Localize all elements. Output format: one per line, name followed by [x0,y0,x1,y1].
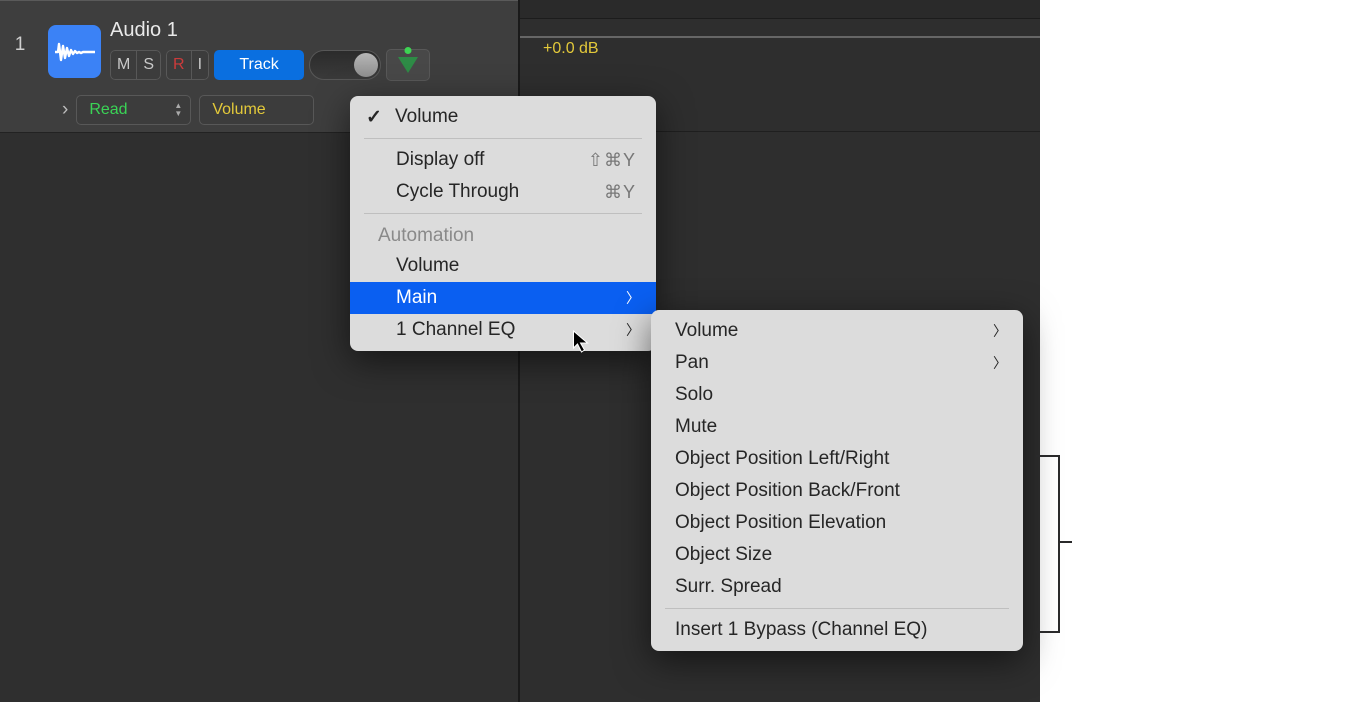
automation-line[interactable] [519,36,1040,39]
menu-item-label: Volume [675,320,738,342]
menu-item-label: Mute [675,416,717,438]
mute-button[interactable]: M [110,50,136,80]
menu-item-automation-main[interactable]: Main 〉 [350,282,656,314]
menu-separator [364,138,642,139]
menu-item-label: Cycle Through [396,181,519,203]
record-enable-button[interactable]: R [166,50,191,80]
submenu-item-object-elev[interactable]: Object Position Elevation [651,507,1023,539]
submenu-item-surr-spread[interactable]: Surr. Spread [651,571,1023,603]
submenu-item-object-size[interactable]: Object Size [651,539,1023,571]
callout-bracket-stem [1058,541,1072,543]
solo-button[interactable]: S [136,50,161,80]
chevron-right-icon: 〉 [626,288,640,308]
menu-item-label: Insert 1 Bypass (Channel EQ) [675,619,927,641]
track-buttons-row: M S R I Track [110,49,430,81]
on-off-toggle[interactable] [309,50,381,80]
chevron-right-icon: 〉 [993,321,1007,341]
input-monitor-button[interactable]: I [191,50,209,80]
cursor-icon [572,330,591,354]
submenu-item-mute[interactable]: Mute [651,411,1023,443]
toggle-knob [354,53,378,77]
submenu-item-volume[interactable]: Volume 〉 [651,315,1023,347]
submenu-item-pan[interactable]: Pan 〉 [651,347,1023,379]
menu-item-automation-volume[interactable]: Volume [350,250,656,282]
automation-active-indicator [405,47,412,54]
automation-toggle[interactable] [386,49,430,81]
menu-item-label: Display off [396,149,484,171]
menu-item-shortcut: ⌘Y [604,182,636,203]
menu-item-cycle-through[interactable]: Cycle Through ⌘Y [350,176,656,208]
automation-main-submenu: Volume 〉 Pan 〉 Solo Mute Object Position… [651,310,1023,651]
menu-separator [665,608,1009,609]
automation-parameter-value: Volume [212,101,265,119]
automation-mode-select[interactable]: Read ▲▼ [76,95,191,125]
waveform-icon [55,40,95,64]
disclosure-chevron-icon[interactable]: › [62,99,68,121]
menu-item-label: Main [396,287,437,309]
submenu-item-object-lr[interactable]: Object Position Left/Right [651,443,1023,475]
chevron-right-icon: 〉 [993,353,1007,373]
menu-item-label: Solo [675,384,713,406]
callout-bracket [1036,455,1060,633]
menu-item-automation-channeleq[interactable]: 1 Channel EQ 〉 [350,314,656,346]
menu-separator [364,213,642,214]
menu-item-label: Object Position Left/Right [675,448,889,470]
updown-icon: ▲▼ [174,102,182,118]
tracks-area: +0.0 dB 1 Audio 1 M S R I Track [0,0,1040,702]
submenu-item-object-bf[interactable]: Object Position Back/Front [651,475,1023,507]
automation-parameter-menu: ✓ Volume Display off ⇧⌘Y Cycle Through ⌘… [350,96,656,351]
menu-item-label: Object Position Back/Front [675,480,900,502]
menu-item-label: Surr. Spread [675,576,782,598]
submenu-item-insert-bypass[interactable]: Insert 1 Bypass (Channel EQ) [651,614,1023,646]
submenu-item-solo[interactable]: Solo [651,379,1023,411]
automation-parameter-select[interactable]: Volume [199,95,314,125]
menu-item-display-off[interactable]: Display off ⇧⌘Y [350,144,656,176]
menu-item-current[interactable]: ✓ Volume [350,101,656,133]
automation-mode-value: Read [89,101,127,119]
menu-item-label: Object Size [675,544,772,566]
timeline-ruler[interactable] [519,0,1040,19]
automation-value-label: +0.0 dB [543,40,599,58]
track-name[interactable]: Audio 1 [110,19,178,42]
chevron-right-icon: 〉 [626,320,640,340]
menu-item-label: Volume [395,106,458,128]
menu-item-label: Object Position Elevation [675,512,886,534]
automation-controls-row: › Read ▲▼ Volume [62,95,314,125]
menu-section-automation: Automation [350,219,656,250]
menu-item-label: Pan [675,352,709,374]
menu-item-label: 1 Channel EQ [396,319,515,341]
track-number: 1 [0,1,40,89]
automation-triangle-icon [394,53,422,77]
checkmark-icon: ✓ [366,106,382,129]
track-type-icon[interactable] [48,25,101,78]
menu-item-shortcut: ⇧⌘Y [588,150,636,171]
page-background [1040,0,1360,702]
menu-item-label: Volume [396,255,459,277]
track-automation-button[interactable]: Track [214,50,304,80]
